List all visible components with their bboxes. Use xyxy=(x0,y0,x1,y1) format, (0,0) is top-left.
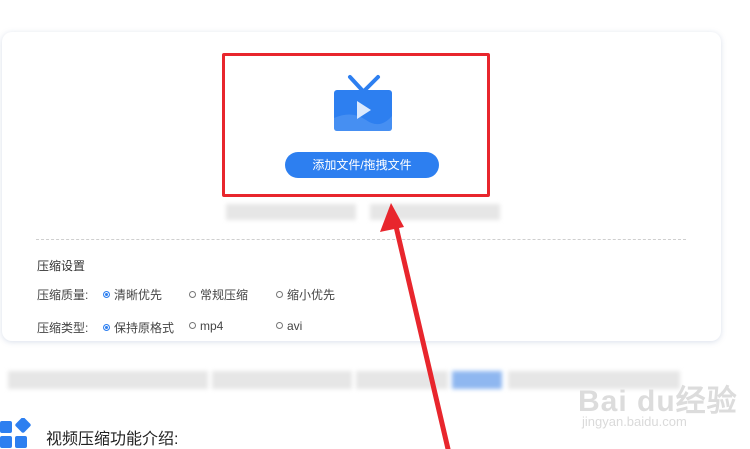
add-file-button[interactable]: 添加文件/拖拽文件 xyxy=(285,152,439,178)
tv-play-icon xyxy=(334,75,392,131)
radio-unchecked-icon xyxy=(276,322,283,330)
option-label: mp4 xyxy=(200,319,224,333)
dashed-divider xyxy=(36,239,686,240)
radio-unchecked-icon xyxy=(189,322,196,330)
radio-unchecked-icon xyxy=(276,291,283,299)
blurred-text xyxy=(8,371,208,389)
option-label: 保持原格式 xyxy=(114,321,175,335)
blurred-text xyxy=(370,204,500,220)
option-label: avi xyxy=(287,319,303,333)
blurred-link xyxy=(452,371,502,389)
option-label: 常规压缩 xyxy=(200,288,249,302)
type-label: 压缩类型: xyxy=(37,321,89,335)
watermark-url: jingyan.baidu.com xyxy=(582,414,687,429)
radio-checked-icon xyxy=(103,324,110,332)
radio-unchecked-icon xyxy=(189,291,196,299)
intro-heading: 视频压缩功能介绍: xyxy=(46,431,179,448)
type-option-mp4[interactable]: mp4 xyxy=(189,319,223,333)
type-option-original[interactable]: 保持原格式 xyxy=(103,319,174,336)
quality-label: 压缩质量: xyxy=(37,288,89,302)
radio-checked-icon xyxy=(103,291,110,299)
quality-option-clear[interactable]: 清晰优先 xyxy=(103,286,162,303)
blurred-text xyxy=(212,371,352,389)
quality-option-normal[interactable]: 常规压缩 xyxy=(189,286,248,303)
quality-option-small[interactable]: 缩小优先 xyxy=(276,286,335,303)
option-label: 清晰优先 xyxy=(114,288,163,302)
app-grid-icon xyxy=(0,418,31,448)
blurred-text xyxy=(226,204,356,220)
blurred-text xyxy=(356,371,448,389)
settings-title: 压缩设置 xyxy=(37,259,86,273)
type-option-avi[interactable]: avi xyxy=(276,319,302,333)
blurred-text xyxy=(508,371,680,389)
option-label: 缩小优先 xyxy=(287,288,336,302)
upload-dropzone[interactable]: 添加文件/拖拽文件 xyxy=(222,53,490,197)
